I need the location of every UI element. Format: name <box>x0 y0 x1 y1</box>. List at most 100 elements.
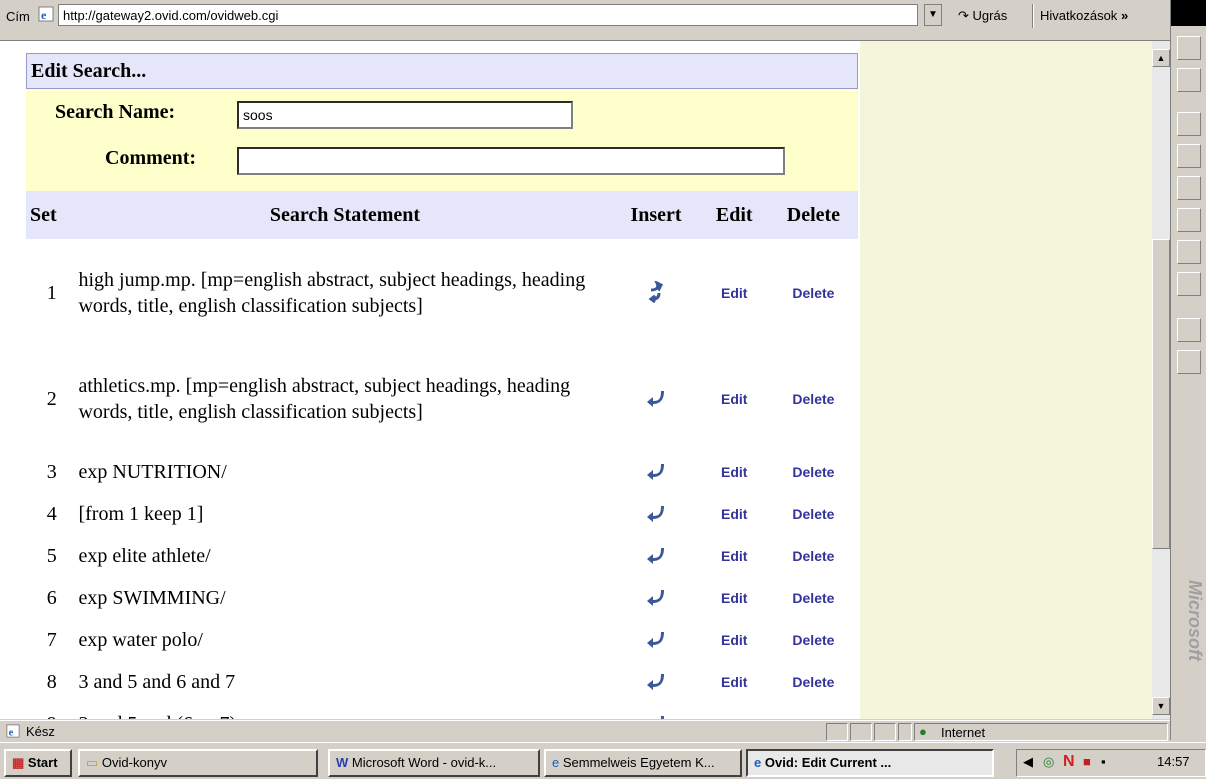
delete-link[interactable]: Delete <box>769 239 858 347</box>
insert-arrow-icon[interactable] <box>645 460 667 482</box>
open-folder-icon[interactable] <box>1177 68 1201 92</box>
status-cell <box>850 723 872 741</box>
right-frame <box>860 41 1152 719</box>
device-icon[interactable]: ▪ <box>1101 754 1106 769</box>
ie-icon: e <box>552 755 560 770</box>
search-statement: exp water polo/ <box>78 629 203 651</box>
status-cell <box>826 723 848 741</box>
security-zone: ● Internet <box>914 723 1168 741</box>
svg-text:e: e <box>41 8 47 22</box>
insert-arrow-icon[interactable] <box>645 502 667 524</box>
url-dropdown-button[interactable]: ▼ <box>924 4 942 26</box>
svg-text:e: e <box>9 727 14 738</box>
search-statement: exp NUTRITION/ <box>78 461 227 483</box>
contact-icon[interactable] <box>1177 208 1201 232</box>
search-statement: exp elite athlete/ <box>78 545 211 567</box>
delete-link[interactable]: Delete <box>769 619 858 661</box>
insert-cell <box>612 577 699 619</box>
office-app-icon[interactable] <box>1177 112 1201 136</box>
calendar-icon[interactable] <box>1177 144 1201 168</box>
task-icon[interactable] <box>1177 176 1201 200</box>
table-header-row: Set Search Statement Insert Edit Delete <box>26 191 858 239</box>
edit-link[interactable]: Edit <box>700 239 769 347</box>
edit-link[interactable]: Edit <box>700 535 769 577</box>
insert-arrow-icon[interactable] <box>645 712 667 720</box>
set-number: 9 <box>26 703 77 720</box>
delete-link[interactable]: Delete <box>769 535 858 577</box>
search-history-table: Set Search Statement Insert Edit Delete … <box>26 191 858 719</box>
microsoft-brand: Microsoft <box>1185 580 1205 661</box>
edit-search-form: Search Name: Comment: <box>26 89 858 191</box>
table-row: 1 high jump.mp. [mp=english abstract, sub… <box>26 239 858 347</box>
table-row: 4 [from 1 keep 1] Edit Delete <box>26 493 858 535</box>
edit-link[interactable]: Edit <box>700 619 769 661</box>
scroll-up-icon[interactable]: ▲ <box>1152 49 1170 67</box>
edit-link[interactable]: Edit <box>700 493 769 535</box>
norton-icon[interactable]: N <box>1063 753 1075 771</box>
journal-icon[interactable] <box>1177 240 1201 264</box>
search-statement: 3 and 5 and (6 or 7) <box>77 703 612 719</box>
scroll-down-icon[interactable]: ▼ <box>1152 697 1170 715</box>
status-cell <box>898 723 912 741</box>
toolbar-divider <box>1032 4 1034 28</box>
set-number: 8 <box>46 670 57 693</box>
windows-logo-icon: ▦ <box>12 755 25 770</box>
edit-link[interactable]: Edit <box>700 661 769 703</box>
taskbar-item-word[interactable]: W Microsoft Word - ovid-k... <box>328 749 540 777</box>
office-logo-icon[interactable] <box>1177 318 1201 342</box>
status-page-icon: e <box>6 724 20 741</box>
insert-arrow-icon[interactable] <box>645 586 667 608</box>
table-row: 8 3 and 5 and 6 and 7 Edit Delete <box>26 661 858 703</box>
delete-link[interactable]: Delete <box>769 577 858 619</box>
delete-link[interactable]: Delete <box>769 347 858 451</box>
vertical-scrollbar[interactable]: ▲ ▼ <box>1152 41 1170 719</box>
edit-link[interactable]: Edit <box>700 347 769 451</box>
start-button[interactable]: ▦ Start <box>4 749 72 777</box>
col-delete: Delete <box>768 191 858 239</box>
taskbar-item-ovid-konyv[interactable]: ▭ Ovid-konyv <box>78 749 318 777</box>
insert-arrow-icon[interactable] <box>645 544 667 566</box>
new-document-icon[interactable] <box>1177 36 1201 60</box>
table-row: 5 exp elite athlete/Edit Delete <box>26 535 858 577</box>
folder-icon[interactable] <box>1177 350 1201 374</box>
insert-cell <box>612 535 699 577</box>
links-button[interactable]: Hivatkozások » <box>1040 8 1128 23</box>
comment-input[interactable] <box>237 147 785 175</box>
insert-both-arrows-icon[interactable] <box>645 280 667 303</box>
table-row: 3 exp NUTRITION/Edit Delete <box>26 451 858 493</box>
note-icon[interactable] <box>1177 272 1201 296</box>
url-field[interactable]: http://gateway2.ovid.com/ovidweb.cgi <box>58 4 918 26</box>
set-number: 7 <box>46 628 57 651</box>
delete-link[interactable]: Delete <box>769 661 858 703</box>
delete-link[interactable]: Delete <box>769 703 858 719</box>
speaker-icon[interactable]: ◀ <box>1023 754 1033 770</box>
edit-link[interactable]: Edit <box>700 451 769 493</box>
go-button[interactable]: ↷ Ugrás <box>958 8 1007 24</box>
taskbar-item-semmelweis[interactable]: e Semmelweis Egyetem K... <box>544 749 742 777</box>
status-bar: e Kész ● Internet <box>0 720 1170 743</box>
address-label: Cím <box>6 9 30 24</box>
insert-arrow-icon[interactable] <box>645 387 667 409</box>
search-statement: [from 1 keep 1] <box>78 503 204 525</box>
table-row: 93 and 5 and (6 or 7) EditDelete <box>26 703 858 719</box>
insert-cell <box>612 619 699 661</box>
edit-link[interactable]: Edit <box>700 703 769 719</box>
delete-link[interactable]: Delete <box>769 451 858 493</box>
network-icon[interactable]: ◎ <box>1043 754 1054 770</box>
comment-label: Comment: <box>105 147 197 169</box>
search-statement: high jump.mp. [mp=english abstract, subj… <box>78 269 586 317</box>
go-arrow-icon: ↷ <box>958 8 969 23</box>
delete-link[interactable]: Delete <box>769 493 858 535</box>
search-name-input[interactable] <box>237 101 573 129</box>
status-cell <box>874 723 896 741</box>
table-row: 2 athletics.mp. [mp=english abstract, sub… <box>26 347 858 451</box>
edit-link[interactable]: Edit <box>700 577 769 619</box>
folder-icon: ▭ <box>86 755 99 770</box>
insert-arrow-icon[interactable] <box>645 670 667 692</box>
insert-arrow-icon[interactable] <box>645 628 667 650</box>
system-tray: ◀ ◎ N ■ ▪ 14:57 <box>1016 749 1206 777</box>
set-number: 5 <box>46 544 57 567</box>
taskbar-item-ovid-edit[interactable]: e Ovid: Edit Current ... <box>746 749 994 777</box>
ati-icon[interactable]: ■ <box>1083 754 1091 769</box>
scroll-thumb[interactable] <box>1152 239 1170 549</box>
